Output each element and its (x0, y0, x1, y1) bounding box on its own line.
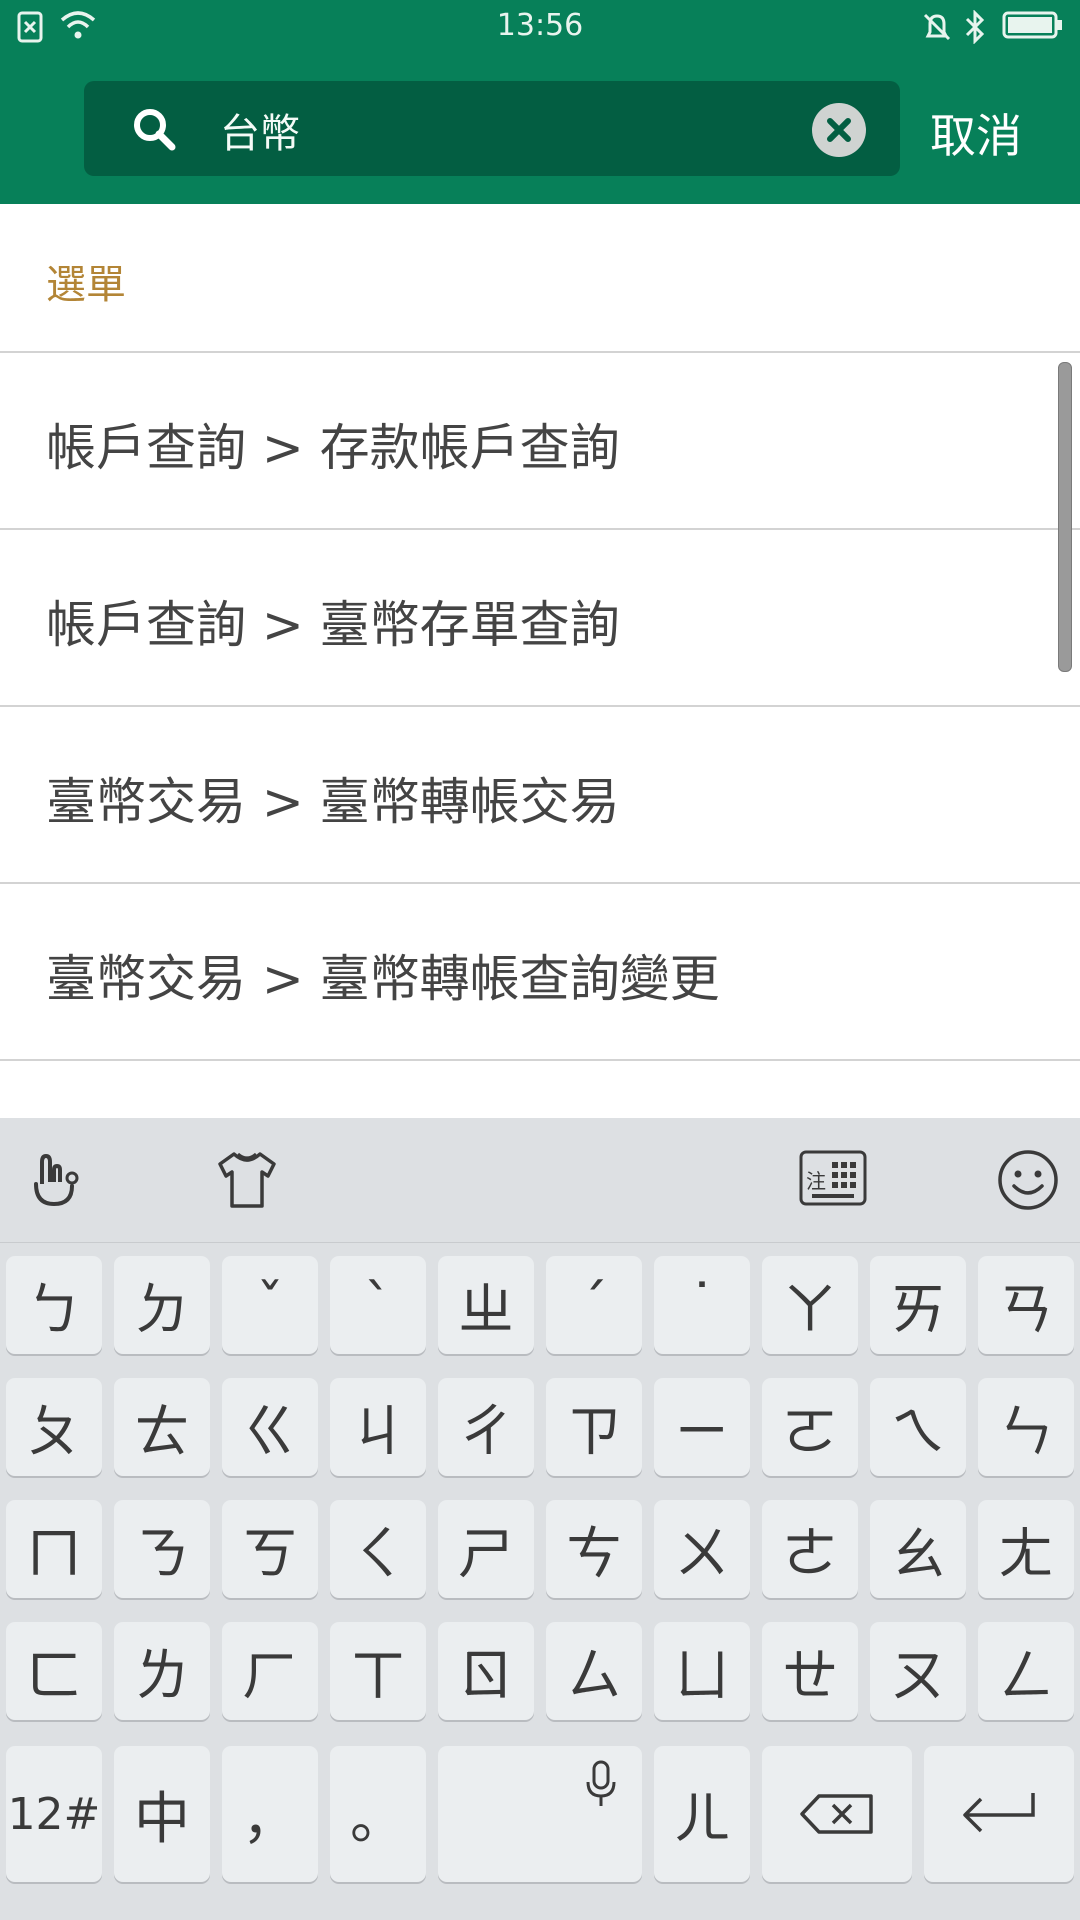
language-key[interactable]: 中 (114, 1746, 210, 1882)
svg-text:注: 注 (806, 1169, 826, 1193)
status-bar: 13:56 (0, 0, 1080, 54)
close-icon (827, 118, 851, 142)
backspace-key[interactable] (762, 1746, 912, 1882)
zhuyin-key[interactable]: ㄉ (114, 1256, 210, 1354)
divider (0, 705, 1080, 707)
zhuyin-key[interactable]: ㄥ (978, 1622, 1074, 1720)
zhuyin-key[interactable]: ㄜ (762, 1500, 858, 1598)
zhuyin-key[interactable]: ㄊ (114, 1378, 210, 1476)
theme-shirt-icon[interactable] (212, 1148, 282, 1212)
section-label: 選單 (46, 262, 126, 308)
scrollbar[interactable] (1058, 362, 1072, 672)
period-key[interactable]: 。 (330, 1746, 426, 1882)
numbers-key[interactable]: 12# (6, 1746, 102, 1882)
zhuyin-key[interactable]: ㄐ (330, 1378, 426, 1476)
enter-key[interactable] (924, 1746, 1074, 1882)
zhuyin-key[interactable]: ㄡ (870, 1622, 966, 1720)
zhuyin-key[interactable]: ㄩ (654, 1622, 750, 1720)
list-item[interactable]: 帳戶查詢 > 臺幣存單查詢 (46, 585, 620, 657)
zhuyin-key[interactable]: ㄠ (870, 1500, 966, 1598)
zhuyin-key[interactable]: ㄇ (6, 1500, 102, 1598)
zhuyin-key[interactable]: ㄔ (438, 1378, 534, 1476)
bluetooth-icon (965, 10, 985, 44)
zhuyin-key[interactable]: ㄙ (546, 1622, 642, 1720)
zhuyin-key[interactable]: ㄛ (762, 1378, 858, 1476)
zhuyin-keyboard: 注 ㄅㄉ ˇ ˋ ㄓ ˊ ˙ ㄚㄞㄢㄆㄊㄍㄐㄔㄗㄧㄛㄟㄣㄇㄋㄎㄑㄕㄘㄨㄜㄠㄤㄈㄌㄏㄒㄖㄙㄩㄝ… (0, 1118, 1080, 1920)
zhuyin-key[interactable]: ㄗ (546, 1378, 642, 1476)
zhuyin-key[interactable]: ㄈ (6, 1622, 102, 1720)
zhuyin-key[interactable]: ㄕ (438, 1500, 534, 1598)
search-query: 台幣 (220, 111, 300, 157)
zhuyin-key[interactable]: ˇ (222, 1256, 318, 1354)
zhuyin-keyboard-icon[interactable]: 注 (798, 1148, 868, 1208)
cancel-button[interactable]: 取消 (930, 100, 1070, 166)
zhuyin-key[interactable]: ㄌ (114, 1622, 210, 1720)
zhuyin-key[interactable]: ㄞ (870, 1256, 966, 1354)
battery-icon (1002, 11, 1062, 39)
bell-off-icon (923, 13, 951, 41)
search-header: 台幣 取消 (0, 54, 1080, 204)
zhuyin-key[interactable]: ㄘ (546, 1500, 642, 1598)
emoji-icon[interactable] (996, 1148, 1060, 1212)
zhuyin-key[interactable]: ㄢ (978, 1256, 1074, 1354)
er-key[interactable]: ㄦ (654, 1746, 750, 1882)
zhuyin-key[interactable]: ㄑ (330, 1500, 426, 1598)
space-key[interactable] (438, 1746, 642, 1882)
zhuyin-key[interactable]: ㄆ (6, 1378, 102, 1476)
list-item[interactable]: 臺幣交易 > 臺幣轉帳交易 (46, 762, 620, 834)
zhuyin-key[interactable]: ㄟ (870, 1378, 966, 1476)
zhuyin-key[interactable]: ㄏ (222, 1622, 318, 1720)
list-item[interactable]: 臺幣交易 > 臺幣轉帳查詢變更 (46, 939, 720, 1011)
zhuyin-key[interactable]: ˊ (546, 1256, 642, 1354)
divider (0, 528, 1080, 530)
zhuyin-key[interactable]: ㄋ (114, 1500, 210, 1598)
zhuyin-key[interactable]: ㄓ (438, 1256, 534, 1354)
zhuyin-key[interactable]: ㄣ (978, 1378, 1074, 1476)
zhuyin-key[interactable]: ㄚ (762, 1256, 858, 1354)
zhuyin-key[interactable]: ㄝ (762, 1622, 858, 1720)
status-time: 13:56 (496, 8, 584, 43)
clear-search-button[interactable] (812, 103, 866, 157)
zhuyin-key[interactable]: ㄎ (222, 1500, 318, 1598)
enter-icon (963, 1793, 1035, 1833)
zhuyin-key[interactable]: ㄧ (654, 1378, 750, 1476)
zhuyin-key[interactable]: ㄖ (438, 1622, 534, 1720)
divider (0, 351, 1080, 353)
comma-key[interactable]: ， (222, 1746, 318, 1882)
backspace-icon (800, 1794, 873, 1834)
search-icon (134, 109, 176, 151)
handwriting-icon[interactable] (24, 1148, 88, 1212)
keyboard-toolbar: 注 (0, 1118, 1080, 1243)
microphone-icon (586, 1760, 616, 1806)
zhuyin-key[interactable]: ㄒ (330, 1622, 426, 1720)
zhuyin-key[interactable]: ㄍ (222, 1378, 318, 1476)
divider (0, 882, 1080, 884)
zhuyin-key[interactable]: ㄨ (654, 1500, 750, 1598)
divider (0, 1059, 1080, 1061)
zhuyin-key[interactable]: ㄅ (6, 1256, 102, 1354)
zhuyin-key[interactable]: ˙ (654, 1256, 750, 1354)
zhuyin-key[interactable]: ㄤ (978, 1500, 1074, 1598)
list-item[interactable]: 帳戶查詢 > 存款帳戶查詢 (46, 408, 620, 480)
zhuyin-key[interactable]: ˋ (330, 1256, 426, 1354)
search-input[interactable]: 台幣 (84, 81, 900, 176)
